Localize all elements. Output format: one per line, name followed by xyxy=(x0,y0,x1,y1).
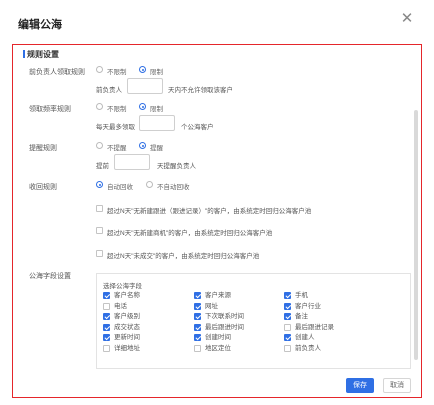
field-select-title: 选择公海字段 xyxy=(103,283,142,290)
field-checkbox[interactable] xyxy=(103,302,110,310)
remind-off-text: 不提醒 xyxy=(107,145,127,152)
claim-days-input[interactable] xyxy=(127,78,163,94)
recycle-condition-2-text: 超过N天"无新建商机"的客户，由系统定时回归公海客户池 xyxy=(107,230,273,237)
field-checkbox[interactable] xyxy=(284,334,291,341)
field-label: 客户来源 xyxy=(205,292,231,299)
close-icon[interactable]: ✕ xyxy=(400,11,414,26)
recycle-condition-1-text: 超过N天"无新建跟进（跟进记录）"的客户，由系统定时回归公海客户池 xyxy=(107,208,312,215)
claim-limited-radio[interactable] xyxy=(139,66,146,73)
field-label: 网址 xyxy=(205,302,218,310)
recycle-condition-3-text: 超过N天"未成交"的客户，由系统定时回归公海客户池 xyxy=(107,253,260,260)
field-checkbox[interactable] xyxy=(194,313,201,320)
save-button[interactable]: 保存 xyxy=(346,378,374,393)
frequency-suffix: 个公海客户 xyxy=(181,124,214,131)
section-marker xyxy=(23,50,25,58)
field-checkbox[interactable] xyxy=(103,323,110,331)
field-checkbox[interactable] xyxy=(284,313,291,320)
field-checkbox[interactable] xyxy=(194,334,201,341)
field-checkbox[interactable] xyxy=(194,323,201,331)
field-label: 成交状态 xyxy=(114,323,140,331)
remind-on-text: 提醒 xyxy=(150,145,163,152)
recycle-auto-text: 自动回收 xyxy=(107,184,133,191)
field-label: 最后跟进时间 xyxy=(205,323,244,331)
remind-off-radio[interactable] xyxy=(96,142,103,149)
field-label: 更新时间 xyxy=(114,334,140,341)
scrollbar-thumb[interactable] xyxy=(414,110,418,360)
claim-suffix: 天内不允许领取该客户 xyxy=(168,87,233,94)
recycle-manual-radio[interactable] xyxy=(146,181,153,188)
claim-unlimited-radio[interactable] xyxy=(96,66,103,73)
claim-limited-text: 限制 xyxy=(150,69,163,76)
recycle-manual-text: 不自动回收 xyxy=(157,184,190,191)
frequency-prefix: 每天最多领取 xyxy=(96,124,135,131)
dialog-title: 编辑公海 xyxy=(18,19,62,31)
fields-label: 公海字段设置 xyxy=(29,273,71,280)
field-checkbox[interactable] xyxy=(103,292,110,299)
field-label: 客户行业 xyxy=(295,302,321,310)
claim-prefix: 前负责人 xyxy=(96,87,122,94)
remind-on-radio[interactable] xyxy=(139,142,146,149)
field-label: 电话 xyxy=(114,302,127,310)
field-label: 最后跟进记录 xyxy=(295,323,334,331)
remind-rule-label: 提醒规则 xyxy=(29,145,57,152)
recycle-condition-1-checkbox[interactable] xyxy=(96,205,103,212)
field-label: 备注 xyxy=(295,313,308,320)
field-checkbox[interactable] xyxy=(284,292,291,299)
remind-days-input[interactable] xyxy=(114,154,150,170)
field-select-box: 选择公海字段 客户名称 客户来源 手机电话 网址 客户行业客户级别 下次联系时间 备注成交状… xyxy=(96,273,411,369)
section-title: 规则设置 xyxy=(27,50,59,59)
field-checkbox[interactable] xyxy=(103,344,110,352)
field-label: 客户名称 xyxy=(114,292,140,299)
field-label: 客户级别 xyxy=(114,313,140,320)
field-checkbox[interactable] xyxy=(103,313,110,320)
remind-prefix: 提前 xyxy=(96,163,109,170)
field-label: 创建时间 xyxy=(205,334,231,341)
field-label: 地区定位 xyxy=(205,344,231,352)
frequency-unlimited-text: 不限制 xyxy=(107,106,127,113)
claim-unlimited-text: 不限制 xyxy=(107,69,127,76)
remind-suffix: 天提醒负责人 xyxy=(157,163,196,170)
frequency-limited-text: 限制 xyxy=(150,106,163,113)
frequency-limited-radio[interactable] xyxy=(139,103,146,110)
field-checkbox[interactable] xyxy=(194,344,201,352)
frequency-unlimited-radio[interactable] xyxy=(96,103,103,110)
field-label: 下次联系时间 xyxy=(205,313,244,320)
field-label: 前负责人 xyxy=(295,344,321,352)
frequency-rule-label: 领取频率规则 xyxy=(29,106,71,113)
field-checkbox[interactable] xyxy=(194,302,201,310)
field-checkbox[interactable] xyxy=(284,344,291,352)
field-label: 详细地址 xyxy=(114,344,140,352)
recycle-auto-radio[interactable] xyxy=(96,181,103,188)
field-checkbox[interactable] xyxy=(284,323,291,331)
field-checkbox[interactable] xyxy=(194,292,201,299)
field-checkbox[interactable] xyxy=(103,334,110,341)
recycle-condition-3-checkbox[interactable] xyxy=(96,250,103,257)
recycle-condition-2-checkbox[interactable] xyxy=(96,227,103,234)
field-label: 手机 xyxy=(295,292,308,299)
field-label: 创建人 xyxy=(295,334,315,341)
cancel-button[interactable]: 取消 xyxy=(383,378,411,393)
frequency-count-input[interactable] xyxy=(139,115,175,131)
field-checkbox[interactable] xyxy=(284,302,291,310)
recycle-rule-label: 收回规则 xyxy=(29,184,57,191)
claim-rule-label: 前负责人领取规则 xyxy=(29,69,85,76)
